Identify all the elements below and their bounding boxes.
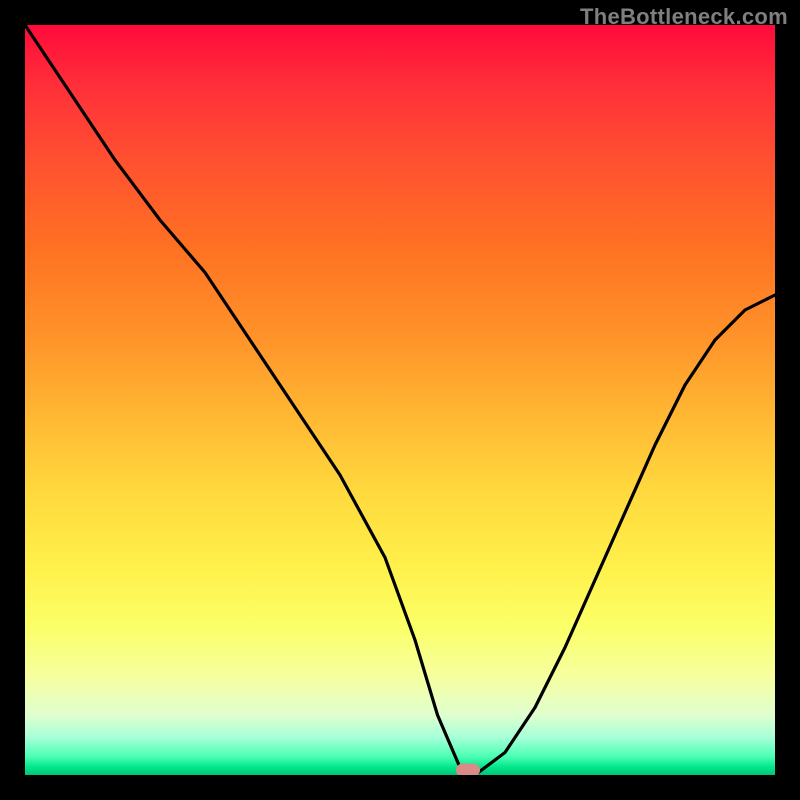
chart-frame: TheBottleneck.com: [0, 0, 800, 800]
curve-path: [25, 25, 775, 775]
optimal-point-marker: [456, 764, 480, 776]
plot-area: [25, 25, 775, 775]
bottleneck-curve: [25, 25, 775, 775]
watermark-text: TheBottleneck.com: [580, 4, 788, 30]
